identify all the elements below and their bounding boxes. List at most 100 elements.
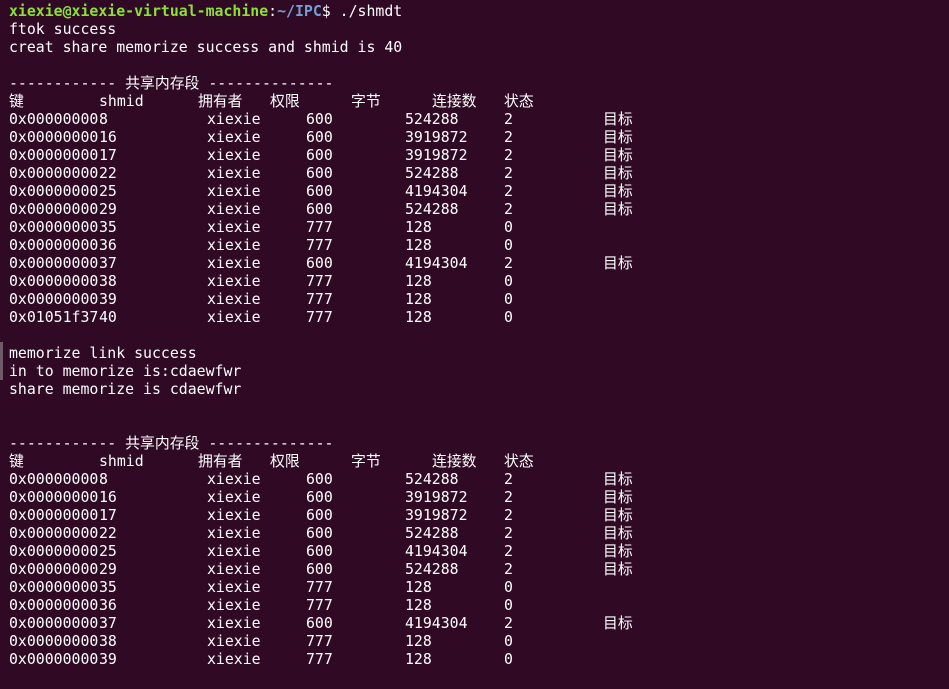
- cell-nattch: 0: [504, 308, 513, 326]
- table-title: ------------ 共享内存段 --------------: [9, 434, 334, 452]
- cell-nattch: 2: [504, 488, 513, 506]
- cell-bytes: 128: [405, 578, 432, 596]
- cell-nattch: 0: [504, 632, 513, 650]
- cell-bytes: 3919872: [405, 488, 468, 506]
- cell-owner: xiexie: [207, 488, 261, 506]
- cell-owner: xiexie: [207, 614, 261, 632]
- cell-shmid: 29: [99, 560, 117, 578]
- cell-shmid: 17: [99, 146, 117, 164]
- cell-shmid: 37: [99, 614, 117, 632]
- cell-owner: xiexie: [207, 632, 261, 650]
- table-row: 0x00000000 25 xiexie 600 4194304 2 目标: [9, 542, 949, 560]
- cell-shmid: 37: [99, 254, 117, 272]
- cell-perms: 777: [306, 236, 333, 254]
- link-output: memorize link success: [9, 344, 197, 362]
- cell-key: 0x00000000: [9, 146, 99, 164]
- prompt-path: ~/IPC: [277, 2, 322, 20]
- cell-perms: 777: [306, 632, 333, 650]
- table-row: 0x00000000 36 xiexie 777 128 0: [9, 236, 949, 254]
- table-row: 0x00000000 36 xiexie 777 128 0: [9, 596, 949, 614]
- cell-status: 目标: [603, 200, 633, 218]
- table-row: 0x00000000 35 xiexie 777 128 0: [9, 578, 949, 596]
- cell-shmid: 35: [99, 578, 117, 596]
- cell-bytes: 128: [405, 218, 432, 236]
- cell-key: 0x00000000: [9, 488, 99, 506]
- table-row: 0x00000000 22 xiexie 600 524288 2 目标: [9, 164, 949, 182]
- cell-key: 0x00000000: [9, 110, 99, 128]
- cell-shmid: 29: [99, 200, 117, 218]
- prompt-separator: :: [268, 2, 278, 20]
- cell-owner: xiexie: [207, 290, 261, 308]
- shared-memory-table-first: ------------ 共享内存段 -------------- 键 shmi…: [9, 74, 949, 326]
- cell-shmid: 35: [99, 218, 117, 236]
- cell-bytes: 3919872: [405, 506, 468, 524]
- cell-bytes: 4194304: [405, 542, 468, 560]
- cell-nattch: 2: [504, 524, 513, 542]
- scrollbar-handle[interactable]: [0, 342, 3, 380]
- cell-status: 目标: [603, 614, 633, 632]
- cell-key: 0x01051f37: [9, 308, 99, 326]
- table-header: 键 shmid 拥有者 权限 字节 连接数 状态: [9, 92, 949, 110]
- cell-shmid: 25: [99, 182, 117, 200]
- cell-nattch: 2: [504, 614, 513, 632]
- cell-bytes: 4194304: [405, 182, 468, 200]
- cell-nattch: 2: [504, 560, 513, 578]
- cell-shmid: 39: [99, 290, 117, 308]
- table-row: 0x00000000 17 xiexie 600 3919872 2 目标: [9, 506, 949, 524]
- header-status: 状态: [504, 452, 534, 470]
- table-row: 0x00000000 29 xiexie 600 524288 2 目标: [9, 200, 949, 218]
- cell-bytes: 128: [405, 236, 432, 254]
- cell-shmid: 22: [99, 524, 117, 542]
- table-row: 0x00000000 39 xiexie 777 128 0: [9, 290, 949, 308]
- cell-status: 目标: [603, 164, 633, 182]
- cell-nattch: 0: [504, 596, 513, 614]
- cell-key: 0x00000000: [9, 128, 99, 146]
- shared-memory-table-second: ------------ 共享内存段 -------------- 键 shmi…: [9, 434, 949, 668]
- cell-shmid: 40: [99, 308, 117, 326]
- cell-key: 0x00000000: [9, 596, 99, 614]
- cell-key: 0x00000000: [9, 182, 99, 200]
- cell-owner: xiexie: [207, 470, 261, 488]
- cell-perms: 777: [306, 308, 333, 326]
- table-row: 0x00000000 35 xiexie 777 128 0: [9, 218, 949, 236]
- table-row: 0x01051f37 40 xiexie 777 128 0: [9, 308, 949, 326]
- cell-shmid: 36: [99, 236, 117, 254]
- header-shmid: shmid: [99, 452, 144, 470]
- command-prompt-line: xiexie@xiexie-virtual-machine:~/IPC$ ./s…: [9, 2, 949, 20]
- cell-key: 0x00000000: [9, 614, 99, 632]
- cell-key: 0x00000000: [9, 254, 99, 272]
- table-row: 0x00000000 8 xiexie 600 524288 2 目标: [9, 470, 949, 488]
- header-nattch: 连接数: [432, 452, 477, 470]
- cell-nattch: 2: [504, 542, 513, 560]
- cell-owner: xiexie: [207, 200, 261, 218]
- header-status: 状态: [504, 92, 534, 110]
- terminal-window[interactable]: xiexie@xiexie-virtual-machine:~/IPC$ ./s…: [0, 0, 949, 689]
- header-owner: 拥有者: [198, 452, 243, 470]
- table-row: 0x00000000 16 xiexie 600 3919872 2 目标: [9, 128, 949, 146]
- table-title: ------------ 共享内存段 --------------: [9, 74, 334, 92]
- cell-perms: 600: [306, 110, 333, 128]
- cell-key: 0x00000000: [9, 272, 99, 290]
- table-row: 0x00000000 8 xiexie 600 524288 2 目标: [9, 110, 949, 128]
- cell-owner: xiexie: [207, 146, 261, 164]
- cell-nattch: 2: [504, 164, 513, 182]
- table-row: 0x00000000 39 xiexie 777 128 0: [9, 650, 949, 668]
- header-perms: 权限: [270, 92, 300, 110]
- cell-shmid: 22: [99, 164, 117, 182]
- cell-shmid: 17: [99, 506, 117, 524]
- cell-bytes: 128: [405, 650, 432, 668]
- cell-bytes: 128: [405, 596, 432, 614]
- cell-nattch: 2: [504, 182, 513, 200]
- cell-perms: 777: [306, 290, 333, 308]
- cell-perms: 600: [306, 164, 333, 182]
- cell-status: 目标: [603, 488, 633, 506]
- cell-nattch: 2: [504, 200, 513, 218]
- cell-status: 目标: [603, 560, 633, 578]
- cell-bytes: 128: [405, 290, 432, 308]
- cell-status: 目标: [603, 146, 633, 164]
- cell-bytes: 524288: [405, 110, 459, 128]
- cell-bytes: 524288: [405, 164, 459, 182]
- prompt-command: ./shmdt: [339, 2, 403, 20]
- cell-key: 0x00000000: [9, 164, 99, 182]
- cell-status: 目标: [603, 470, 633, 488]
